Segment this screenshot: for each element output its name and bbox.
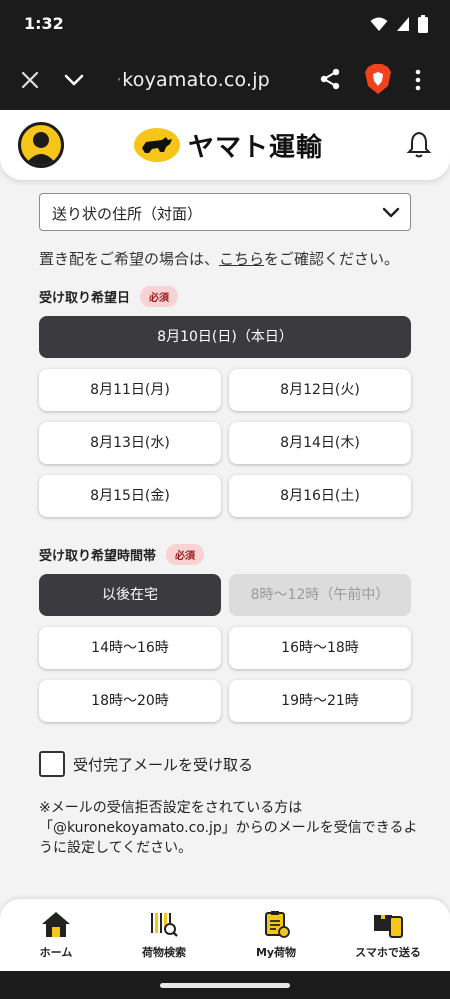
nav-send-by-phone-label: スマホで送る [355, 946, 421, 959]
email-checkbox-label[interactable]: 受付完了メールを受け取る [73, 754, 253, 775]
nav-home-label: ホーム [39, 946, 73, 959]
url-text: koyamato.co.jp [122, 69, 270, 91]
status-bar: 1:32 [0, 0, 450, 50]
email-checkbox-row[interactable]: 受付完了メールを受け取る [39, 751, 253, 777]
nav-package-search-label: 荷物検索 [142, 946, 186, 959]
url-bar[interactable]: ·koyamato.co.jp [116, 69, 270, 91]
date-section-label: 受け取り希望日 必須 [39, 286, 179, 307]
notice-suffix: をご確認ください。 [264, 250, 400, 268]
share-icon[interactable] [318, 67, 342, 91]
notice-prefix: 置き配をご希望の場合は、 [39, 250, 220, 268]
bottom-nav: ホーム 荷物検索 My荷物 スマホで送る [0, 899, 450, 971]
my-package-icon [265, 911, 290, 938]
barcode-search-icon [151, 913, 178, 937]
home-icon [42, 912, 70, 937]
mail-setting-note: ※メールの受信拒否設定をされている方は「@kuronekoyamato.co.j… [39, 800, 418, 856]
address-type-select[interactable]: 送り状の住所（対面） [39, 193, 411, 231]
signal-icon [397, 17, 409, 31]
required-badge: 必須 [140, 286, 179, 307]
black-cat-logo-icon [134, 128, 180, 162]
yamato-logo[interactable]: ヤマト運輸 [134, 126, 323, 164]
date-option[interactable]: 8月13日(水) [39, 422, 221, 464]
date-option[interactable]: 8月10日(日)（本日） [39, 316, 411, 358]
date-option[interactable]: 8月15日(金) [39, 475, 221, 517]
person-icon [25, 132, 57, 165]
time-option[interactable]: 18時〜20時 [39, 680, 221, 722]
status-icons [370, 14, 428, 34]
site-header: ヤマト運輸 [0, 110, 450, 180]
time-option-disabled: 8時〜12時（午前中） [229, 574, 411, 616]
time-section-label: 受け取り希望時間帯 必須 [39, 544, 205, 565]
address-select-value: 送り状の住所（対面） [52, 205, 203, 223]
date-option[interactable]: 8月14日(木) [229, 422, 411, 464]
bell-icon[interactable] [404, 130, 434, 160]
phone-package-icon [374, 915, 403, 938]
nav-home[interactable]: ホーム [0, 899, 112, 971]
page-content: ヤマト運輸 送り状の住所（対面） 置き配をご希望の場合は、こちらをご確認ください… [0, 110, 450, 970]
browser-toolbar: ·koyamato.co.jp [0, 50, 450, 110]
time-option[interactable]: 19時〜21時 [229, 680, 411, 722]
nav-my-package[interactable]: My荷物 [220, 899, 332, 971]
avatar[interactable] [18, 122, 64, 168]
close-icon[interactable] [18, 68, 42, 92]
required-badge: 必須 [166, 544, 205, 565]
time-option[interactable]: 以後在宅 [39, 574, 221, 616]
battery-icon [418, 15, 428, 33]
status-time: 1:32 [24, 14, 64, 33]
time-option[interactable]: 16時〜18時 [229, 627, 411, 669]
date-option[interactable]: 8月11日(月) [39, 369, 221, 411]
wifi-icon [370, 17, 388, 31]
date-label-text: 受け取り希望日 [39, 291, 131, 306]
email-checkbox[interactable] [39, 751, 65, 777]
delivery-notice: 置き配をご希望の場合は、こちらをご確認ください。 [39, 248, 399, 269]
nav-my-package-label: My荷物 [255, 946, 297, 959]
time-option[interactable]: 14時〜16時 [39, 627, 221, 669]
date-option[interactable]: 8月12日(火) [229, 369, 411, 411]
logo-text: ヤマト運輸 [188, 132, 324, 163]
gesture-area [0, 971, 450, 999]
notice-link[interactable]: こちら [219, 250, 264, 268]
chevron-down-icon[interactable] [62, 68, 86, 92]
overflow-menu-icon[interactable] [410, 68, 426, 92]
date-option[interactable]: 8月16日(土) [229, 475, 411, 517]
brave-shield-icon[interactable] [364, 64, 392, 94]
chevron-down-icon [382, 207, 400, 218]
time-label-text: 受け取り希望時間帯 [39, 549, 157, 564]
gesture-bar[interactable] [160, 983, 290, 988]
nav-package-search[interactable]: 荷物検索 [108, 899, 220, 971]
nav-send-by-phone[interactable]: スマホで送る [332, 899, 444, 971]
